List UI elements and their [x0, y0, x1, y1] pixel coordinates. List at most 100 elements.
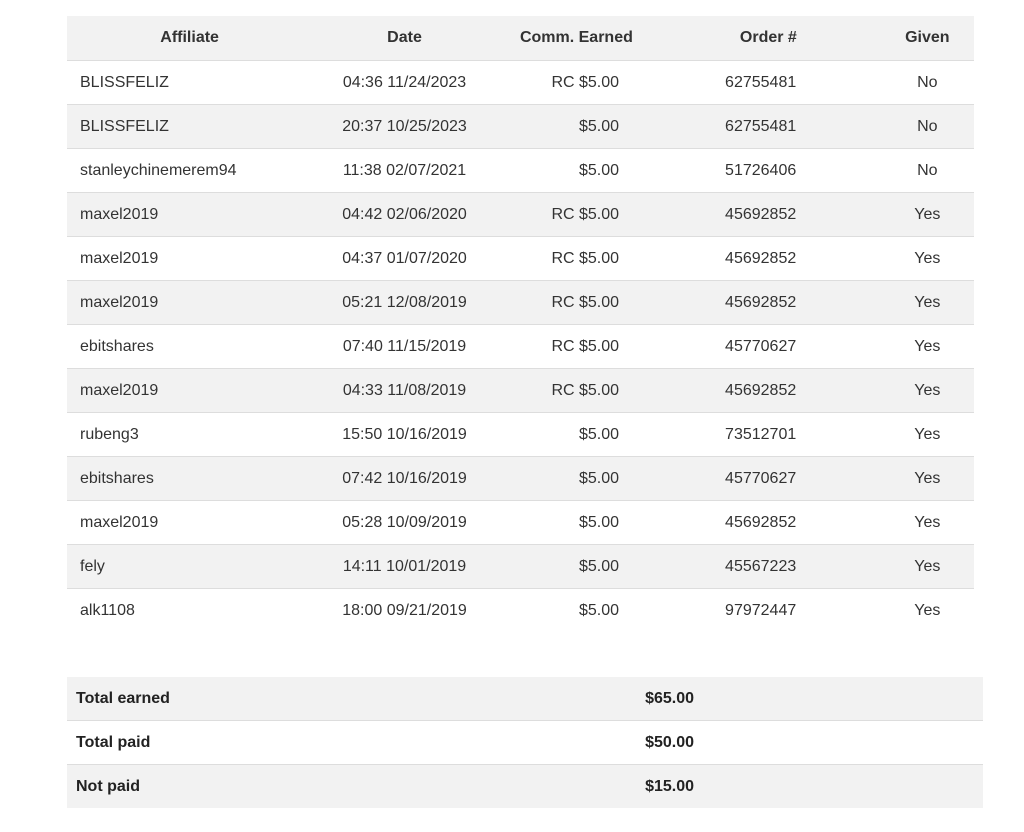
cell-comm-earned: $5.00	[496, 544, 657, 589]
cell-given: Yes	[880, 544, 974, 589]
table-row: alk1108 18:00 09/21/2019 $5.00 97972447 Yes	[67, 588, 974, 632]
cell-comm-earned: RC $5.00	[496, 324, 657, 369]
cell-date: 05:28 10/09/2019	[312, 500, 497, 545]
cell-order-number: 45692852	[656, 500, 881, 545]
cell-given: Yes	[880, 192, 974, 237]
totals-spacer	[694, 720, 983, 765]
commission-history-body: BLISSFELIZ 04:36 11/24/2023 RC $5.00 627554…	[67, 60, 974, 632]
cell-order-number: 62755481	[656, 104, 881, 149]
cell-comm-earned: RC $5.00	[496, 368, 657, 413]
cell-affiliate: ebitshares	[67, 456, 313, 501]
cell-affiliate: fely	[67, 544, 313, 589]
cell-affiliate: stanleychinemerem94	[67, 148, 313, 193]
table-row: ebitshares 07:42 10/16/2019 $5.00 45770627 Y…	[67, 456, 974, 501]
cell-affiliate: alk1108	[67, 588, 313, 632]
totals-label: Total paid	[67, 720, 616, 765]
cell-comm-earned: $5.00	[496, 588, 657, 632]
cell-given: No	[880, 104, 974, 149]
table-row: BLISSFELIZ 04:36 11/24/2023 RC $5.00 627554…	[67, 60, 974, 105]
cell-order-number: 45692852	[656, 368, 881, 413]
cell-affiliate: BLISSFELIZ	[67, 104, 313, 149]
totals-label: Not paid	[67, 764, 616, 808]
cell-comm-earned: RC $5.00	[496, 60, 657, 105]
table-row: rubeng3 15:50 10/16/2019 $5.00 73512701 Yes	[67, 412, 974, 457]
cell-comm-earned: $5.00	[496, 104, 657, 149]
cell-given: No	[880, 60, 974, 105]
table-row: maxel2019 05:21 12/08/2019 RC $5.00 4569285…	[67, 280, 974, 325]
table-row: maxel2019 05:28 10/09/2019 $5.00 45692852 Ye…	[67, 500, 974, 545]
cell-affiliate: BLISSFELIZ	[67, 60, 313, 105]
cell-order-number: 45770627	[656, 456, 881, 501]
totals-row: Total earned $65.00	[67, 677, 983, 721]
cell-date: 05:21 12/08/2019	[312, 280, 497, 325]
cell-given: Yes	[880, 412, 974, 457]
totals-table: Total earned $65.00 Total paid $50.00 Not pa…	[67, 677, 983, 808]
cell-given: Yes	[880, 456, 974, 501]
cell-affiliate: maxel2019	[67, 280, 313, 325]
cell-order-number: 62755481	[656, 60, 881, 105]
cell-given: Yes	[880, 588, 974, 632]
cell-given: Yes	[880, 368, 974, 413]
cell-given: Yes	[880, 324, 974, 369]
totals-value: $65.00	[616, 677, 694, 721]
totals-body: Total earned $65.00 Total paid $50.00 Not pa…	[67, 677, 983, 808]
cell-affiliate: maxel2019	[67, 500, 313, 545]
cell-date: 04:33 11/08/2019	[312, 368, 497, 413]
table-header-row: Affiliate Date Comm. Earned Order # Give…	[67, 16, 974, 61]
cell-date: 04:37 01/07/2020	[312, 236, 497, 281]
cell-order-number: 97972447	[656, 588, 881, 632]
commission-history-table: Affiliate Date Comm. Earned Order # Give…	[67, 16, 974, 632]
cell-date: 15:50 10/16/2019	[312, 412, 497, 457]
column-header-comm-earned: Comm. Earned	[496, 16, 657, 61]
cell-date: 04:42 02/06/2020	[312, 192, 497, 237]
cell-order-number: 45770627	[656, 324, 881, 369]
cell-date: 11:38 02/07/2021	[312, 148, 497, 193]
cell-comm-earned: $5.00	[496, 500, 657, 545]
table-row: maxel2019 04:42 02/06/2020 RC $5.00 4569285…	[67, 192, 974, 237]
cell-comm-earned: RC $5.00	[496, 192, 657, 237]
column-header-date: Date	[312, 16, 497, 61]
totals-spacer	[694, 677, 983, 721]
table-row: fely 14:11 10/01/2019 $5.00 45567223 Yes	[67, 544, 974, 589]
cell-order-number: 45567223	[656, 544, 881, 589]
cell-date: 18:00 09/21/2019	[312, 588, 497, 632]
cell-given: Yes	[880, 236, 974, 281]
cell-affiliate: ebitshares	[67, 324, 313, 369]
table-row: stanleychinemerem94 11:38 02/07/2021 $5.00…	[67, 148, 974, 193]
cell-order-number: 51726406	[656, 148, 881, 193]
cell-comm-earned: $5.00	[496, 456, 657, 501]
cell-date: 20:37 10/25/2023	[312, 104, 497, 149]
totals-row: Not paid $15.00	[67, 764, 983, 808]
cell-date: 04:36 11/24/2023	[312, 60, 497, 105]
column-header-affiliate: Affiliate	[67, 16, 313, 61]
table-row: BLISSFELIZ 20:37 10/25/2023 $5.00 62755481 N…	[67, 104, 974, 149]
cell-comm-earned: RC $5.00	[496, 280, 657, 325]
table-row: maxel2019 04:37 01/07/2020 RC $5.00 4569285…	[67, 236, 974, 281]
cell-comm-earned: RC $5.00	[496, 236, 657, 281]
totals-row: Total paid $50.00	[67, 720, 983, 765]
cell-date: 07:42 10/16/2019	[312, 456, 497, 501]
cell-order-number: 73512701	[656, 412, 881, 457]
cell-date: 14:11 10/01/2019	[312, 544, 497, 589]
cell-date: 07:40 11/15/2019	[312, 324, 497, 369]
cell-given: No	[880, 148, 974, 193]
totals-value: $15.00	[616, 764, 694, 808]
table-row: maxel2019 04:33 11/08/2019 RC $5.00 4569285…	[67, 368, 974, 413]
totals-label: Total earned	[67, 677, 616, 721]
cell-given: Yes	[880, 500, 974, 545]
totals-value: $50.00	[616, 720, 694, 765]
column-header-given: Given	[880, 16, 974, 61]
cell-affiliate: maxel2019	[67, 368, 313, 413]
cell-affiliate: maxel2019	[67, 236, 313, 281]
cell-affiliate: rubeng3	[67, 412, 313, 457]
cell-affiliate: maxel2019	[67, 192, 313, 237]
cell-comm-earned: $5.00	[496, 148, 657, 193]
cell-order-number: 45692852	[656, 236, 881, 281]
cell-given: Yes	[880, 280, 974, 325]
totals-spacer	[694, 764, 983, 808]
table-row: ebitshares 07:40 11/15/2019 RC $5.00 457706…	[67, 324, 974, 369]
cell-order-number: 45692852	[656, 280, 881, 325]
column-header-order-number: Order #	[656, 16, 881, 61]
cell-order-number: 45692852	[656, 192, 881, 237]
cell-comm-earned: $5.00	[496, 412, 657, 457]
